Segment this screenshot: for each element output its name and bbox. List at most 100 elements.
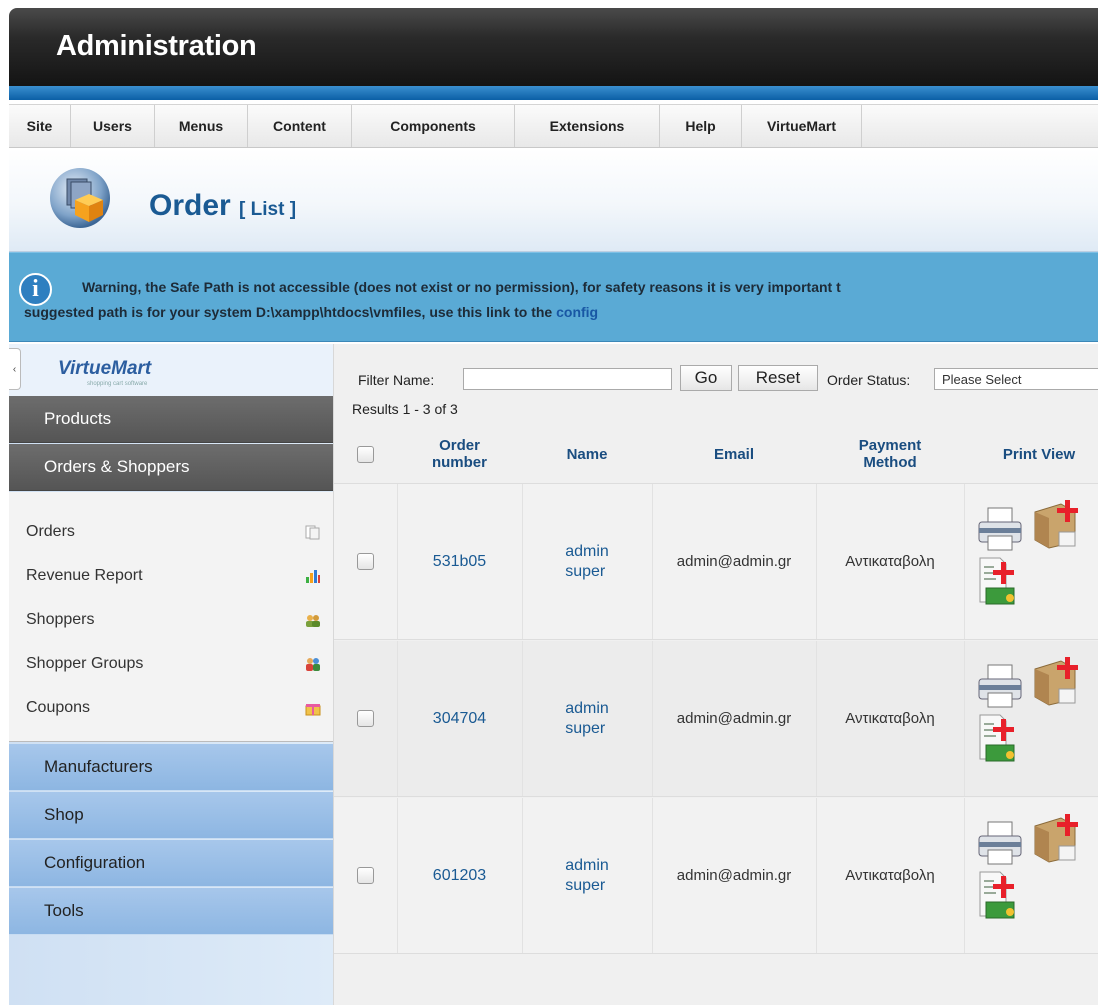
sidebar-section-products[interactable]: Products [9,396,333,443]
customer-email: admin@admin.gr [676,867,792,884]
sidebar-item-shopper-groups[interactable]: Shopper Groups [26,642,321,686]
admin-header: Administration [9,8,1098,92]
sidebar-collapse-handle[interactable]: ‹ [9,348,21,390]
menu-item-site[interactable]: Site [9,105,71,147]
orders-shoppers-submenu: Orders Revenue Report Shoppers Shopper G… [9,492,333,742]
menu-item-components[interactable]: Components [352,105,515,147]
customer-name-link[interactable]: admin super [565,542,609,582]
sidebar-section-shop[interactable]: Shop [9,792,333,839]
orders-main-panel: Filter Name: Go Reset Order Status: Plea… [333,344,1098,1005]
email-cell: admin@admin.gr [652,798,816,953]
table-row: 304704 admin super admin@admin.gr Αντικα… [334,641,1098,797]
menu-item-extensions[interactable]: Extensions [515,105,660,147]
header-accent-strip [9,86,1098,100]
page-title-text: Order [149,189,231,222]
col-order-number-line-1: Order [439,437,480,454]
customer-last-name: super [565,876,606,894]
config-link[interactable]: config [556,304,598,320]
filter-name-input[interactable] [463,368,672,390]
printer-icon[interactable] [976,506,1024,554]
email-cell: admin@admin.gr [652,484,816,639]
warning-line-2: suggested path is for your system D:\xam… [24,304,598,320]
customer-name-link[interactable]: admin super [565,856,609,896]
order-number-cell: 601203 [397,798,522,953]
menu-item-content[interactable]: Content [248,105,352,147]
col-print-view: Print View [1002,445,1076,463]
select-all-checkbox[interactable] [357,445,374,463]
payment-method: Αντικαταβολη [845,867,935,884]
sidebar-section-tools[interactable]: Tools [9,888,333,935]
menu-item-menus[interactable]: Menus [155,105,248,147]
orders-icon [305,525,320,540]
shoppers-icon [306,615,320,627]
go-button[interactable]: Go [680,365,732,391]
print-view-icons [976,655,1081,765]
sidebar-section-configuration[interactable]: Configuration [9,840,333,887]
shopper-groups-icon [306,658,320,671]
print-view-cell [964,641,1098,796]
menu-item-users[interactable]: Users [71,105,155,147]
customer-first-name: admin [565,699,609,717]
col-name[interactable]: Name [522,424,652,484]
table-row: 601203 admin super admin@admin.gr Αντικα… [334,798,1098,954]
invoice-add-icon[interactable] [976,711,1026,763]
name-cell: admin super [522,484,652,639]
invoice-add-icon[interactable] [976,554,1026,606]
page-title-band: Order [ List ] [9,149,1098,252]
invoice-add-icon[interactable] [976,868,1026,920]
warning-line-1: Warning, the Safe Path is not accessible… [82,279,841,295]
print-view-icons [976,812,1081,922]
orders-header-icon [50,168,110,228]
order-number-link[interactable]: 531b05 [433,553,486,571]
order-number-link[interactable]: 304704 [433,710,486,728]
sidebar-item-coupons[interactable]: Coupons [26,686,321,730]
row-checkbox[interactable] [357,553,374,570]
sidebar-section-orders-shoppers[interactable]: Orders & Shoppers [9,444,333,491]
row-checkbox-cell [334,641,397,796]
payment-cell: Αντικαταβολη [816,484,964,639]
add-shipping-label-icon[interactable] [1031,498,1081,550]
sidebar-item-orders[interactable]: Orders [26,510,321,554]
add-shipping-label-icon[interactable] [1031,655,1081,707]
table-header: Order number Name Email Payment Method P… [334,424,1098,484]
sidebar-item-shoppers[interactable]: Shoppers [26,598,321,642]
sidebar-item-label: Shopper Groups [26,655,144,672]
order-number-link[interactable]: 601203 [433,867,486,885]
col-order-number[interactable]: Order number [397,424,522,484]
customer-first-name: admin [565,542,609,560]
customer-last-name: super [565,719,606,737]
order-status-select[interactable]: Please Select [934,368,1098,390]
info-icon: i [19,273,52,306]
payment-method: Αντικαταβολη [845,553,935,570]
virtuemart-logo-tagline: shopping cart software [87,381,148,387]
name-cell: admin super [522,641,652,796]
reset-button[interactable]: Reset [738,365,818,391]
order-number-cell: 304704 [397,641,522,796]
revenue-chart-icon [306,570,320,583]
customer-email: admin@admin.gr [676,710,792,727]
customer-name-link[interactable]: admin super [565,699,609,739]
warning-line-2-text: suggested path is for your system D:\xam… [24,304,557,320]
col-email[interactable]: Email [652,424,816,484]
row-checkbox[interactable] [357,867,374,884]
order-number-cell: 531b05 [397,484,522,639]
add-shipping-label-icon[interactable] [1031,812,1081,864]
customer-first-name: admin [565,856,609,874]
customer-email: admin@admin.gr [676,553,792,570]
page-title: Order [ List ] [149,189,296,223]
sidebar-item-revenue-report[interactable]: Revenue Report [26,554,321,598]
menu-item-help[interactable]: Help [660,105,742,147]
payment-method: Αντικαταβολη [845,710,935,727]
col-payment-line-2: Method [863,454,917,471]
sidebar-item-label: Revenue Report [26,567,143,584]
menu-item-virtuemart[interactable]: VirtueMart [742,105,862,147]
admin-title: Administration [56,30,257,62]
filter-bar: Filter Name: Go Reset Order Status: Plea… [334,344,1098,424]
sidebar-section-manufacturers[interactable]: Manufacturers [9,744,333,791]
printer-icon[interactable] [976,663,1024,711]
printer-icon[interactable] [976,820,1024,868]
print-view-cell [964,798,1098,953]
row-checkbox[interactable] [357,710,374,727]
col-payment-method[interactable]: Payment Method [816,424,964,484]
filter-name-label: Filter Name: [358,372,435,388]
